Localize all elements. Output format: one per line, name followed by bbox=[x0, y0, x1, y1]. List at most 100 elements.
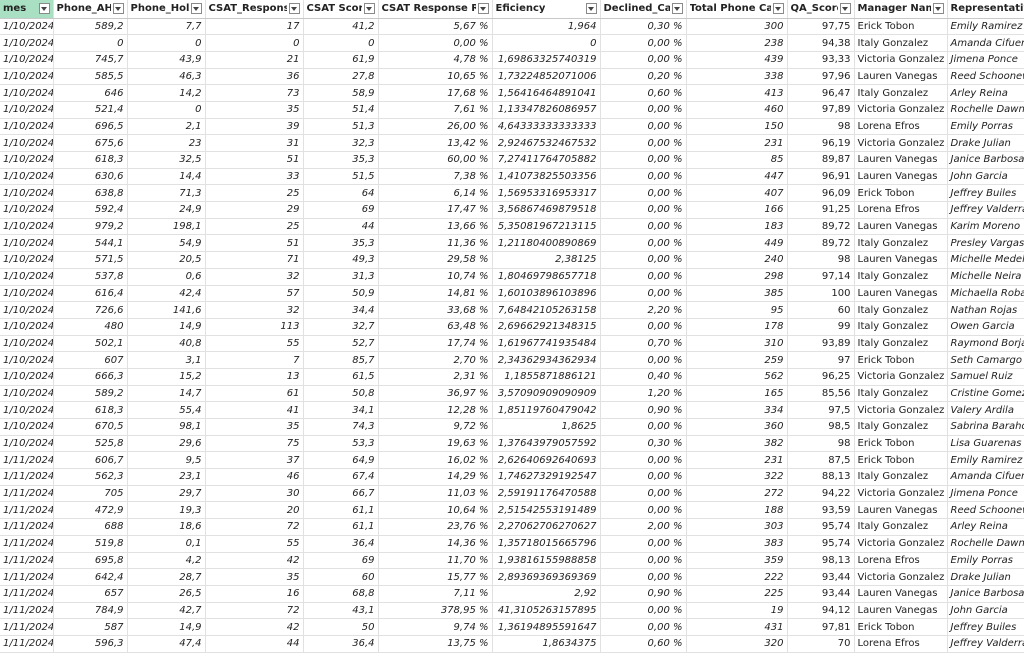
cell-calls[interactable]: 298 bbox=[686, 268, 787, 285]
table-row[interactable]: 1/11/202465726,51668,87,11 %2,920,90 %22… bbox=[0, 585, 1024, 602]
cell-resp[interactable]: 21 bbox=[205, 51, 303, 68]
filter-dropdown-icon[interactable] bbox=[364, 3, 375, 14]
cell-qa[interactable]: 98 bbox=[787, 435, 854, 452]
table-row[interactable]: 1/10/20246073,1785,72,70 %2,343629343629… bbox=[0, 352, 1024, 369]
cell-manager[interactable]: Victoria Gonzalez bbox=[854, 535, 947, 552]
cell-manager[interactable]: Victoria Gonzalez bbox=[854, 51, 947, 68]
cell-mes[interactable]: 1/10/2024 bbox=[0, 218, 53, 235]
cell-manager[interactable]: Italy Gonzalez bbox=[854, 85, 947, 102]
cell-aht[interactable]: 537,8 bbox=[53, 268, 127, 285]
cell-hold[interactable]: 28,7 bbox=[127, 569, 205, 586]
cell-hold[interactable]: 24,9 bbox=[127, 202, 205, 219]
cell-qa[interactable]: 89,72 bbox=[787, 218, 854, 235]
cell-aht[interactable]: 571,5 bbox=[53, 252, 127, 269]
cell-rate[interactable]: 13,66 % bbox=[378, 218, 492, 235]
cell-mes[interactable]: 1/10/2024 bbox=[0, 235, 53, 252]
cell-manager[interactable]: Italy Gonzalez bbox=[854, 302, 947, 319]
cell-aht[interactable]: 745,7 bbox=[53, 51, 127, 68]
filter-dropdown-icon[interactable] bbox=[289, 3, 300, 14]
cell-resp[interactable]: 73 bbox=[205, 85, 303, 102]
table-row[interactable]: 1/11/2024519,80,15536,414,36 %1,35718015… bbox=[0, 535, 1024, 552]
cell-resp[interactable]: 55 bbox=[205, 535, 303, 552]
cell-eff[interactable]: 3,56867469879518 bbox=[492, 202, 600, 219]
cell-manager[interactable]: Lorena Efros bbox=[854, 202, 947, 219]
cell-qa[interactable]: 93,33 bbox=[787, 51, 854, 68]
cell-manager[interactable]: Lorena Efros bbox=[854, 635, 947, 652]
cell-resp[interactable]: 32 bbox=[205, 268, 303, 285]
cell-declined[interactable]: 0,20 % bbox=[600, 68, 686, 85]
table-row[interactable]: 1/11/2024596,347,44436,413,75 %1,8634375… bbox=[0, 635, 1024, 652]
table-row[interactable]: 1/10/202448014,911332,763,48 %2,69662921… bbox=[0, 318, 1024, 335]
cell-declined[interactable]: 2,00 % bbox=[600, 519, 686, 536]
cell-rep[interactable]: Owen Garcia bbox=[947, 318, 1024, 335]
cell-qa[interactable]: 94,12 bbox=[787, 602, 854, 619]
cell-qa[interactable]: 97,5 bbox=[787, 402, 854, 419]
column-header-hold[interactable]: Phone_Hold bbox=[127, 0, 205, 18]
cell-declined[interactable]: 0,90 % bbox=[600, 402, 686, 419]
cell-manager[interactable]: Italy Gonzalez bbox=[854, 469, 947, 486]
cell-mes[interactable]: 1/11/2024 bbox=[0, 519, 53, 536]
cell-rate[interactable]: 60,00 % bbox=[378, 152, 492, 169]
cell-eff[interactable]: 3,57090909090909 bbox=[492, 385, 600, 402]
cell-eff[interactable]: 1,8634375 bbox=[492, 635, 600, 652]
cell-rep[interactable]: John Garcia bbox=[947, 168, 1024, 185]
cell-mes[interactable]: 1/10/2024 bbox=[0, 185, 53, 202]
cell-score[interactable]: 58,9 bbox=[303, 85, 378, 102]
cell-score[interactable]: 68,8 bbox=[303, 585, 378, 602]
cell-manager[interactable]: Lauren Vanegas bbox=[854, 218, 947, 235]
cell-qa[interactable]: 88,13 bbox=[787, 469, 854, 486]
cell-score[interactable]: 67,4 bbox=[303, 469, 378, 486]
cell-qa[interactable]: 97,81 bbox=[787, 619, 854, 636]
cell-hold[interactable]: 54,9 bbox=[127, 235, 205, 252]
cell-rep[interactable]: Raymond Borjas bbox=[947, 335, 1024, 352]
cell-rep[interactable]: Samuel Ruiz bbox=[947, 368, 1024, 385]
cell-eff[interactable]: 1,73224852071006 bbox=[492, 68, 600, 85]
table-row[interactable]: 1/11/2024642,428,7356015,77 %2,893693693… bbox=[0, 569, 1024, 586]
cell-hold[interactable]: 3,1 bbox=[127, 352, 205, 369]
cell-mes[interactable]: 1/10/2024 bbox=[0, 18, 53, 35]
table-row[interactable]: 1/11/202468818,67261,123,76 %2,270627062… bbox=[0, 519, 1024, 536]
cell-aht[interactable]: 480 bbox=[53, 318, 127, 335]
cell-qa[interactable]: 85,56 bbox=[787, 385, 854, 402]
cell-rate[interactable]: 29,58 % bbox=[378, 252, 492, 269]
table-row[interactable]: 1/10/202464614,27358,917,68 %1,564164648… bbox=[0, 85, 1024, 102]
cell-qa[interactable]: 93,44 bbox=[787, 569, 854, 586]
cell-mes[interactable]: 1/10/2024 bbox=[0, 285, 53, 302]
cell-declined[interactable]: 0,00 % bbox=[600, 235, 686, 252]
cell-calls[interactable]: 188 bbox=[686, 502, 787, 519]
cell-eff[interactable]: 2,27062706270627 bbox=[492, 519, 600, 536]
cell-rep[interactable]: Michelle Medellin bbox=[947, 252, 1024, 269]
cell-score[interactable]: 41,2 bbox=[303, 18, 378, 35]
cell-hold[interactable]: 40,8 bbox=[127, 335, 205, 352]
cell-rep[interactable]: Amanda Cifuentes bbox=[947, 469, 1024, 486]
cell-manager[interactable]: Erick Tobon bbox=[854, 619, 947, 636]
cell-calls[interactable]: 178 bbox=[686, 318, 787, 335]
cell-declined[interactable]: 0,00 % bbox=[600, 602, 686, 619]
cell-eff[interactable]: 2,59191176470588 bbox=[492, 485, 600, 502]
cell-declined[interactable]: 0,00 % bbox=[600, 135, 686, 152]
cell-aht[interactable]: 688 bbox=[53, 519, 127, 536]
cell-eff[interactable]: 2,92 bbox=[492, 585, 600, 602]
cell-mes[interactable]: 1/11/2024 bbox=[0, 569, 53, 586]
cell-score[interactable]: 51,3 bbox=[303, 118, 378, 135]
cell-manager[interactable]: Erick Tobon bbox=[854, 18, 947, 35]
cell-qa[interactable]: 99 bbox=[787, 318, 854, 335]
cell-eff[interactable]: 1,35718015665796 bbox=[492, 535, 600, 552]
cell-resp[interactable]: 25 bbox=[205, 185, 303, 202]
cell-calls[interactable]: 449 bbox=[686, 235, 787, 252]
cell-aht[interactable]: 616,4 bbox=[53, 285, 127, 302]
cell-qa[interactable]: 97,14 bbox=[787, 268, 854, 285]
cell-score[interactable]: 35,3 bbox=[303, 235, 378, 252]
cell-score[interactable]: 74,3 bbox=[303, 419, 378, 436]
cell-aht[interactable]: 596,3 bbox=[53, 635, 127, 652]
cell-aht[interactable]: 642,4 bbox=[53, 569, 127, 586]
cell-eff[interactable]: 5,35081967213115 bbox=[492, 218, 600, 235]
cell-manager[interactable]: Italy Gonzalez bbox=[854, 268, 947, 285]
table-row[interactable]: 1/10/2024618,355,44134,112,28 %1,8511976… bbox=[0, 402, 1024, 419]
cell-rate[interactable]: 5,67 % bbox=[378, 18, 492, 35]
cell-manager[interactable]: Lauren Vanegas bbox=[854, 252, 947, 269]
filter-dropdown-icon[interactable] bbox=[191, 3, 202, 14]
cell-aht[interactable]: 618,3 bbox=[53, 402, 127, 419]
cell-eff[interactable]: 1,13347826086957 bbox=[492, 101, 600, 118]
cell-manager[interactable]: Lorena Efros bbox=[854, 118, 947, 135]
